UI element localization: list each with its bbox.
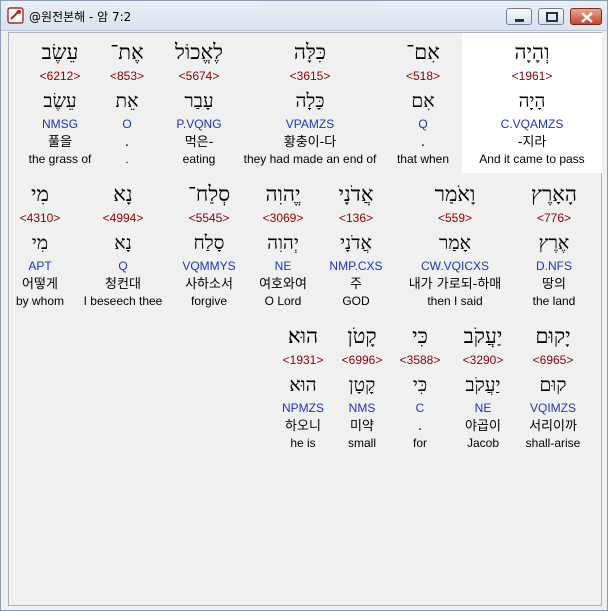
minimize-icon: [515, 19, 524, 22]
lemma: עֵשֶׂב: [43, 90, 77, 112]
strong-number: <4310>: [19, 211, 61, 225]
strong-number: <6212>: [39, 69, 81, 83]
morphology: NPMZS: [282, 401, 324, 415]
hebrew-word: הוּא׃: [287, 324, 319, 348]
hebrew-word: עֵשֶׂב: [41, 40, 79, 64]
window-title: @원전본해 - 암 7:2: [29, 10, 132, 24]
app-window: @원전본해 - 암 7:2 וְהָיָה <1961> הָיָה C.VQA…: [0, 0, 608, 611]
korean-gloss: 풀을: [48, 135, 72, 150]
minimize-button[interactable]: [506, 8, 532, 25]
title-bar[interactable]: @원전본해 - 암 7:2: [1, 1, 607, 31]
maximize-icon: [546, 12, 558, 22]
app-icon: [7, 7, 24, 24]
strong-number: <1931>: [282, 353, 324, 367]
lemma: הוּא: [289, 374, 317, 396]
lemma: מִי: [31, 232, 49, 254]
maximize-button[interactable]: [538, 8, 564, 25]
korean-gloss: 어떻게: [22, 277, 58, 292]
close-icon: [581, 12, 593, 23]
close-button[interactable]: [570, 8, 602, 25]
hebrew-word: מִי: [31, 182, 49, 206]
word-cell[interactable]: מִי <4310> מִי APT 어떻게 by whom: [0, 178, 110, 311]
korean-gloss: 하오니: [285, 419, 321, 434]
english-gloss: the grass of: [28, 152, 92, 166]
morphology: NMSG: [42, 117, 78, 131]
english-gloss: he is: [290, 436, 316, 450]
word-cell[interactable]: עֵשֶׂב <6212> עֵשֶׂב NMSG 풀을 the grass o…: [0, 36, 130, 169]
interlinear-panel: וְהָיָה <1961> הָיָה C.VQAMZS -지라 And it…: [8, 32, 602, 606]
word-cell[interactable]: הוּא׃ <1931> הוּא NPMZS 하오니 he is: [233, 320, 373, 453]
morphology: APT: [28, 259, 52, 273]
english-gloss: by whom: [15, 294, 65, 308]
